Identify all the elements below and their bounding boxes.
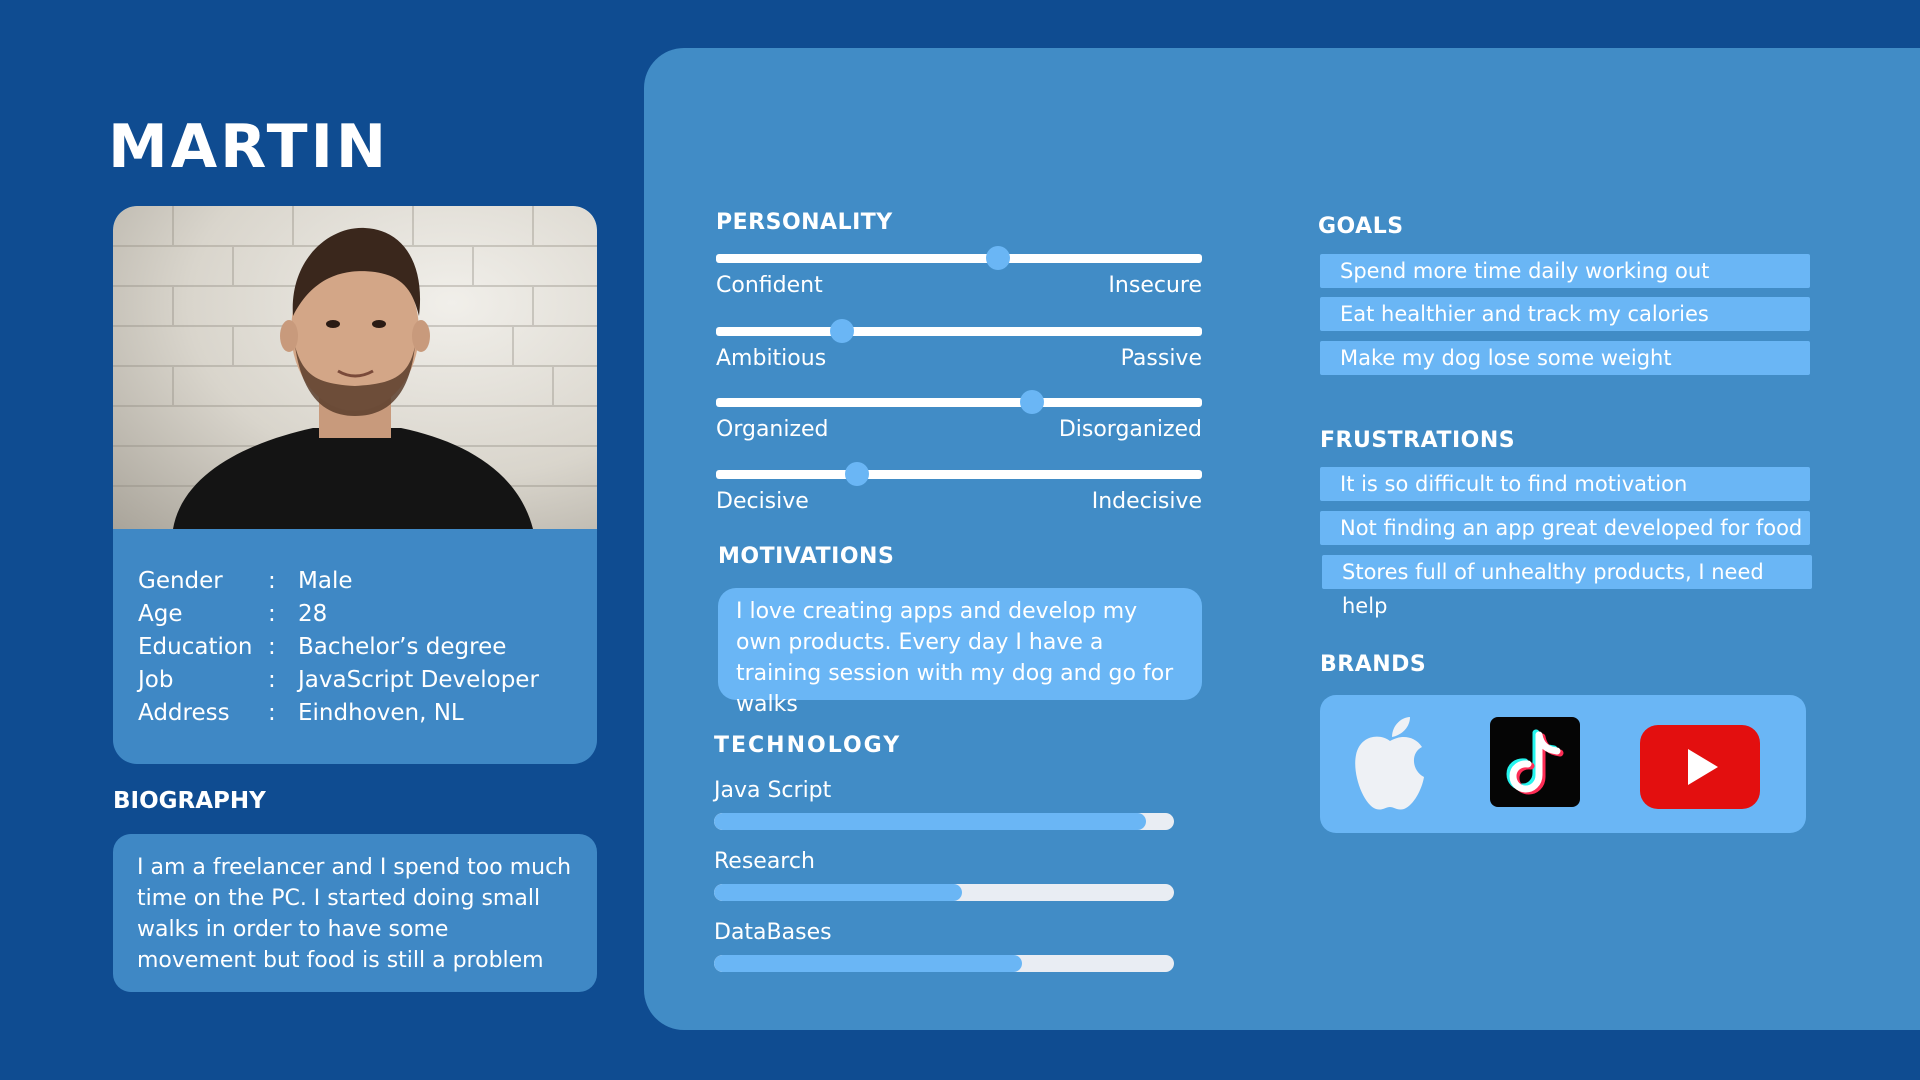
profile-card: Gender : Male Age : 28 Education : Bache… <box>113 206 597 764</box>
profile-photo <box>113 206 597 529</box>
age-separator: : <box>268 601 276 627</box>
job-value: JavaScript Developer <box>298 667 539 693</box>
biography-text: I am a freelancer and I spend too much t… <box>113 834 597 992</box>
age-label: Age <box>138 601 183 627</box>
address-label: Address <box>138 700 230 726</box>
education-separator: : <box>268 634 276 660</box>
tech-skill-bar <box>714 955 1174 972</box>
frustration-item: Stores full of unhealthy products, I nee… <box>1322 555 1812 618</box>
technology-heading: TECHNOLOGY <box>714 733 902 758</box>
frustration-item: Not finding an app great developed for f… <box>1320 511 1810 545</box>
tech-skill-fill <box>714 955 1023 972</box>
person-portrait <box>173 227 533 529</box>
brands-heading: BRANDS <box>1320 652 1427 677</box>
trait-slider-track[interactable] <box>716 319 1202 343</box>
motivations-heading: MOTIVATIONS <box>718 544 895 569</box>
brands-box <box>1320 695 1806 833</box>
profile-details: Gender : Male Age : 28 Education : Bache… <box>138 566 558 729</box>
persona-name: MARTIN <box>108 112 390 182</box>
gender-value: Male <box>298 568 353 594</box>
trait-left-label: Ambitious <box>716 346 827 371</box>
trait-left-label: Confident <box>716 273 823 298</box>
tech-skill-fill <box>714 813 1147 830</box>
address-value: Eindhoven, NL <box>298 700 464 726</box>
trait-slider-knob[interactable] <box>985 246 1010 270</box>
trait-right-label: Indecisive <box>1091 489 1202 514</box>
trait-organized-disorganized: Organized Disorganized <box>716 390 1202 442</box>
tech-skill-fill <box>714 884 963 901</box>
trait-slider-knob[interactable] <box>844 462 869 486</box>
trait-ambitious-passive: Ambitious Passive <box>716 319 1202 371</box>
trait-slider-track[interactable] <box>716 390 1202 414</box>
motivations-text: I love creating apps and develop my own … <box>718 588 1202 717</box>
frustration-item: It is so difficult to find motivation <box>1320 467 1810 501</box>
trait-left-label: Decisive <box>716 489 809 514</box>
job-separator: : <box>268 667 276 693</box>
tech-skill-javascript: Java Script <box>714 778 1174 830</box>
tech-skill-label: DataBases <box>714 920 832 945</box>
tech-skill-research: Research <box>714 849 1174 901</box>
age-value: 28 <box>298 601 328 627</box>
tech-skill-bar <box>714 813 1174 830</box>
personality-heading: PERSONALITY <box>716 210 893 235</box>
biography-heading: BIOGRAPHY <box>113 788 266 814</box>
trait-left-label: Organized <box>716 417 829 442</box>
trait-slider-knob[interactable] <box>1019 390 1044 414</box>
job-label: Job <box>138 667 174 693</box>
goal-item: Eat healthier and track my calories <box>1320 297 1810 331</box>
tech-skill-bar <box>714 884 1174 901</box>
youtube-icon <box>1640 725 1760 809</box>
goal-item: Make my dog lose some weight <box>1320 341 1810 375</box>
address-separator: : <box>268 700 276 726</box>
frustrations-heading: FRUSTRATIONS <box>1320 428 1516 453</box>
trait-right-label: Passive <box>1120 346 1202 371</box>
gender-label: Gender <box>138 568 223 594</box>
trait-decisive-indecisive: Decisive Indecisive <box>716 462 1202 514</box>
goals-heading: GOALS <box>1318 214 1404 239</box>
trait-right-label: Disorganized <box>1058 417 1202 442</box>
gender-separator: : <box>268 568 276 594</box>
tiktok-icon <box>1490 717 1580 807</box>
tech-skill-label: Research <box>714 849 815 874</box>
trait-right-label: Insecure <box>1108 273 1202 298</box>
trait-slider-track[interactable] <box>716 246 1202 270</box>
trait-slider-knob[interactable] <box>830 319 855 343</box>
apple-icon <box>1355 717 1424 810</box>
goal-item: Spend more time daily working out <box>1320 254 1810 288</box>
education-value: Bachelor’s degree <box>298 634 507 660</box>
tech-skill-label: Java Script <box>714 778 832 803</box>
trait-confident-insecure: Confident Insecure <box>716 246 1202 298</box>
tech-skill-databases: DataBases <box>714 920 1174 972</box>
education-label: Education <box>138 634 253 660</box>
trait-slider-track[interactable] <box>716 462 1202 486</box>
